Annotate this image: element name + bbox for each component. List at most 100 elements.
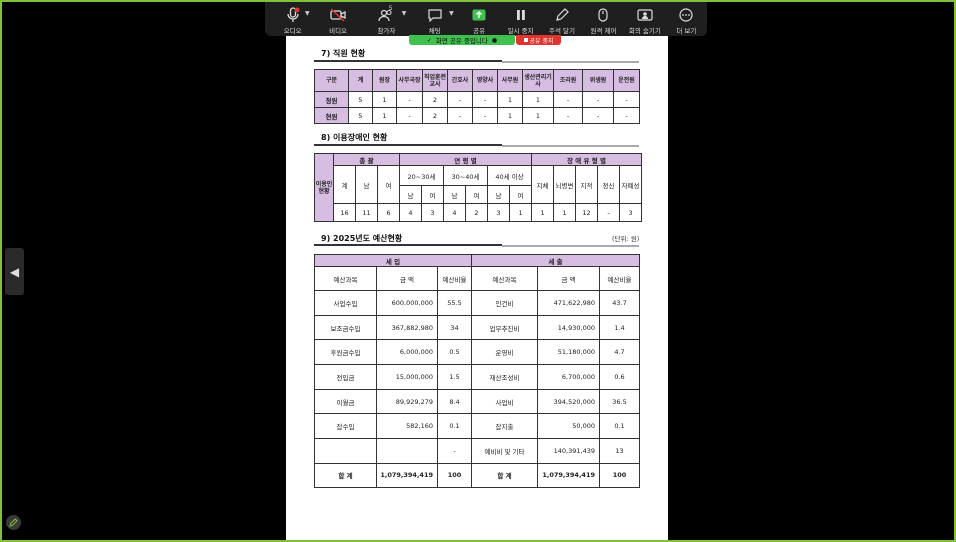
staff-row-1: 현원 5 1-2- -1 1- - - [314, 107, 640, 124]
staff-cell: - [396, 107, 423, 124]
gender-female: 여 [508, 185, 533, 204]
pencil-icon [9, 518, 18, 527]
collapse-arrow-button[interactable]: ◀ [5, 248, 24, 295]
budget-cell: 6,000,000 [376, 339, 438, 366]
sharing-status-banner: ✓ 화면 공유 중입니다 ● [409, 35, 515, 45]
users-value-cell: 4 [399, 203, 422, 222]
chevron-left-icon: ◀ [9, 264, 20, 279]
budget-cell: - [437, 438, 472, 464]
budget-col-header-row: 예산과목 금 액 예산비율 예산과목 금 액 예산비율 [314, 266, 640, 291]
expense-header: 세 출 [471, 254, 640, 267]
budget-cell: 0.5 [437, 339, 472, 366]
gender-male: 남 [487, 185, 510, 204]
stop-share-button[interactable]: 공유 중지 [516, 35, 561, 45]
annotate-label: 주석 달기 [549, 27, 576, 35]
mic-icon [286, 6, 300, 24]
shield-icon: ● [491, 36, 498, 44]
meeting-toolbar: 오디오 ▼ 비디오 5 참가자 ▼ 채팅 ▼ 공유 일시 중지 주석 달기 원격… [265, 2, 707, 36]
budget-cell: 1.4 [599, 314, 640, 341]
video-button[interactable]: 비디오 [314, 2, 361, 36]
budget-cell: 600,000,000 [376, 290, 438, 316]
users-value-cell: 11 [355, 203, 378, 222]
section-9-rule-light [502, 245, 639, 247]
users-value-cell: 16 [333, 203, 356, 222]
annotate-button[interactable]: 주석 달기 [541, 2, 582, 36]
more-label: 더 보기 [676, 27, 697, 35]
annotation-tool-button[interactable] [6, 515, 21, 530]
budget-cell: 394,520,000 [537, 388, 600, 415]
total-sub-1: 남 [355, 165, 378, 204]
total-header: 총 괄 [333, 153, 400, 166]
participants-label: 참가자 [377, 27, 396, 35]
budget-body: 사업수입 600,000,000 55.5 인건비 471,622,980 43.7 보조금… [314, 290, 640, 464]
budget-row: 잡수입 582,160 0.1 잡지출 50,000 0.1 [314, 413, 640, 440]
participants-button[interactable]: 5 참가자 ▼ [362, 2, 411, 36]
gender-male: 남 [399, 185, 422, 204]
budget-cell: 471,622,980 [537, 290, 600, 316]
budget-cell: 이월금 [314, 388, 377, 415]
staff-header-9: 조리원 [553, 69, 583, 92]
more-button[interactable]: 더 보기 [666, 2, 707, 36]
disabled-users-table: 이용인현황 총 괄 연 령 별 장 애 유 형 별 계 남 여 20~30세 3… [314, 153, 643, 222]
remote-control-button[interactable]: 원격 제어 [583, 2, 624, 36]
staff-cell: 1 [497, 91, 523, 108]
video-label: 비디오 [329, 27, 348, 35]
disability-type-1: 뇌병변 [553, 165, 577, 204]
budget-cell [314, 438, 377, 464]
budget-row: 전입금 15,000,000 1.5 재산조성비 6,700,000 0.6 [314, 364, 640, 390]
staff-cell: - [582, 107, 614, 124]
staff-cell: 2 [422, 107, 448, 124]
mouse-icon [598, 6, 609, 24]
hide-meeting-button[interactable]: 회의 숨기기 [624, 2, 665, 36]
budget-col-header: 예산과목 [471, 266, 538, 291]
unit-label: (단위: 원) [612, 235, 640, 243]
budget-cell: 사업수입 [314, 290, 377, 316]
budget-cell: 1.5 [437, 364, 472, 390]
stop-share-label: 공유 중지 [529, 37, 554, 45]
budget-cell: 0.6 [599, 364, 640, 390]
staff-header-2: 원장 [372, 69, 397, 92]
users-value-cell: - [597, 203, 621, 222]
share-label: 공유 [473, 27, 486, 35]
budget-total-cell: 100 [599, 462, 640, 488]
staff-header-11: 운전원 [613, 69, 640, 92]
budget-cell: 보조금수입 [314, 314, 377, 341]
stop-icon [523, 38, 528, 42]
budget-cell: 140,391,439 [537, 438, 600, 464]
staff-cell: - [553, 91, 583, 108]
staff-cell: 1 [497, 107, 523, 124]
share-button[interactable]: 공유 [458, 2, 499, 36]
staff-cell: - [472, 91, 498, 108]
budget-cell: 43.7 [599, 290, 640, 316]
budget-cell: 89,929,279 [376, 388, 438, 415]
budget-total-cell: 1,079,394,419 [376, 462, 438, 488]
gender-female: 여 [465, 185, 488, 204]
hide-label: 회의 숨기기 [628, 27, 661, 35]
pen-icon [555, 6, 569, 24]
users-value-cell: 12 [575, 203, 599, 222]
video-off-icon [330, 6, 346, 24]
section-7-rule [314, 60, 502, 62]
staff-header-5: 간호사 [447, 69, 473, 92]
budget-cell: 14,930,000 [537, 314, 600, 341]
age-group-1: 30~40세 [443, 165, 488, 186]
users-value-cell: 1 [531, 203, 555, 222]
budget-table: 세 입 세 출 예산과목 금 액 예산비율 예산과목 금 액 예산비율 사업수입 600,0… [314, 254, 640, 488]
audio-caret-icon[interactable]: ▼ [305, 10, 310, 17]
chat-button[interactable]: 채팅 ▼ [411, 2, 458, 36]
disability-type-4: 자폐성 [619, 165, 643, 204]
staff-cell: 1 [522, 91, 554, 108]
participants-caret-icon[interactable]: ▼ [402, 10, 407, 17]
users-value-cell: 1 [553, 203, 577, 222]
staff-cell: 1 [522, 107, 554, 124]
audio-button[interactable]: 오디오 ▼ [271, 2, 314, 36]
staff-cell: - [613, 107, 640, 124]
staff-cell: 5 [348, 107, 373, 124]
staff-cell: 2 [422, 91, 448, 108]
staff-row-label: 현원 [314, 107, 349, 124]
staff-cell: 1 [372, 107, 397, 124]
budget-cell: 34 [437, 314, 472, 341]
budget-cell: 인건비 [471, 290, 538, 316]
pause-share-button[interactable]: 일시 중지 [500, 2, 541, 36]
chat-caret-icon[interactable]: ▼ [449, 10, 454, 17]
